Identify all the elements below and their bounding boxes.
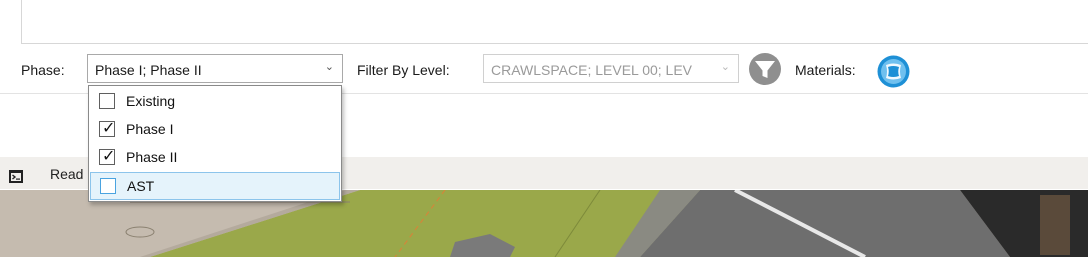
level-filter-label: Filter By Level: (357, 62, 450, 78)
option-label: AST (127, 178, 155, 194)
phase-option-phase-ii[interactable]: ✓ Phase II (90, 144, 340, 172)
checkbox[interactable] (100, 178, 116, 194)
console-icon[interactable] (9, 170, 23, 183)
phase-option-existing[interactable]: Existing (90, 88, 340, 116)
checkbox[interactable]: ✓ (99, 148, 116, 165)
phase-combobox-value: Phase I; Phase II (95, 62, 202, 78)
option-label: Phase I (126, 121, 174, 137)
phase-option-ast[interactable]: AST (90, 172, 340, 200)
option-label: Phase II (126, 149, 178, 165)
results-area (21, 0, 1088, 44)
option-label: Existing (126, 93, 176, 109)
checkbox[interactable]: ✓ (99, 120, 116, 137)
checkmark-icon: ✓ (102, 120, 116, 137)
phase-dropdown-list: Existing ✓ Phase I ✓ Phase II AST (88, 85, 342, 202)
phase-label: Phase: (21, 62, 65, 78)
level-filter-value: CRAWLSPACE; LEVEL 00; LEV (491, 62, 693, 78)
level-filter-combobox[interactable]: CRAWLSPACE; LEVEL 00; LEV ⌄ (483, 54, 739, 83)
chevron-down-icon[interactable]: ⌄ (721, 60, 730, 73)
chevron-down-icon[interactable]: ⌄ (325, 60, 334, 73)
materials-label: Materials: (795, 62, 856, 78)
checkmark-icon: ✓ (102, 148, 116, 165)
status-text: Read (50, 166, 84, 182)
material-swatch-icon[interactable] (877, 55, 910, 88)
phase-option-phase-i[interactable]: ✓ Phase I (90, 116, 340, 144)
checkbox[interactable] (99, 93, 115, 109)
funnel-icon[interactable] (748, 52, 782, 86)
phase-combobox[interactable]: Phase I; Phase II ⌄ (87, 54, 343, 83)
